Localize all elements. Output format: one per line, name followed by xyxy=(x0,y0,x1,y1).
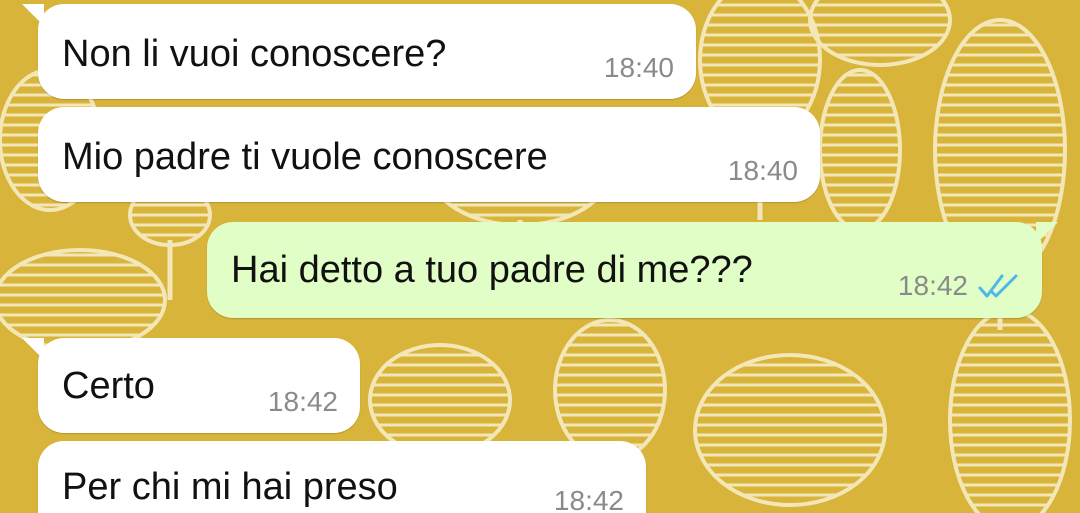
message-timestamp: 18:42 xyxy=(267,386,338,417)
message-bubble-incoming[interactable]: Per chi mi hai preso 18:42 xyxy=(38,441,646,513)
message-timestamp: 18:40 xyxy=(727,155,798,186)
bubble-tail xyxy=(22,338,44,360)
double-check-read-icon xyxy=(978,274,1018,298)
bubble-tail xyxy=(1036,222,1058,244)
message-bubble-incoming[interactable]: Non li vuoi conoscere? 18:40 xyxy=(22,4,696,99)
message-text: Non li vuoi conoscere? xyxy=(62,33,447,75)
message-meta: 18:40 xyxy=(604,52,674,84)
bubble-tail xyxy=(22,4,44,26)
message-timestamp: 18:42 xyxy=(897,270,968,301)
message-timestamp: 18:40 xyxy=(603,52,674,83)
message-meta: 18:42 xyxy=(554,485,624,513)
message-timestamp: 18:42 xyxy=(553,485,624,513)
message-text: Hai detto a tuo padre di me??? xyxy=(231,249,753,291)
message-bubble-incoming[interactable]: Mio padre ti vuole conoscere 18:40 xyxy=(38,107,820,202)
message-text: Per chi mi hai preso xyxy=(62,466,398,508)
message-bubble-outgoing[interactable]: Hai detto a tuo padre di me??? 18:42 xyxy=(207,222,1058,318)
message-meta: 18:42 xyxy=(898,270,1020,302)
message-bubble-incoming[interactable]: Certo 18:42 xyxy=(22,338,360,433)
message-text: Mio padre ti vuole conoscere xyxy=(62,136,548,178)
message-text: Certo xyxy=(62,365,155,407)
message-meta: 18:42 xyxy=(268,386,338,418)
message-meta: 18:40 xyxy=(728,155,798,187)
